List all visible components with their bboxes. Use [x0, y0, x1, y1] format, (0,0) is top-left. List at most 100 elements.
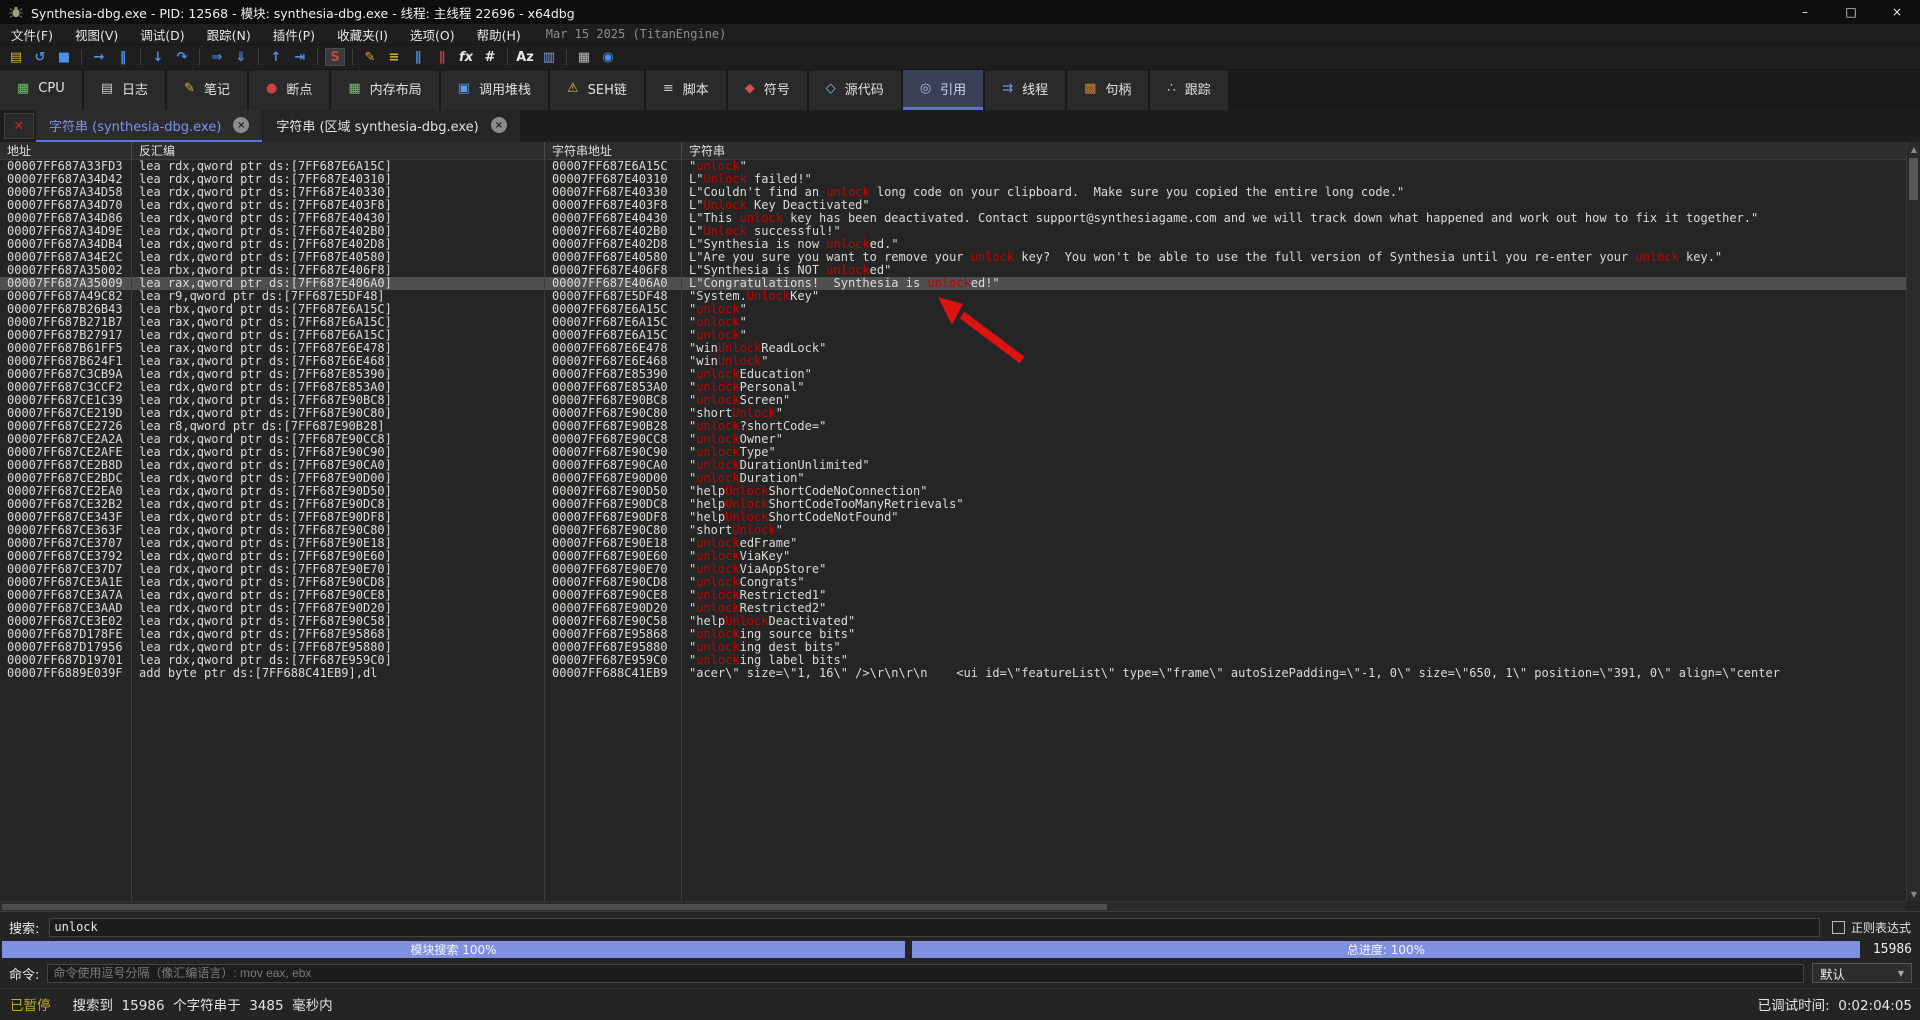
appearance-font-button[interactable]: Az	[513, 47, 537, 68]
table-row[interactable]: 00007FF687A34D86lea rdx,qword ptr ds:[7F…	[0, 212, 1906, 225]
table-row[interactable]: 00007FF687D19701lea rdx,qword ptr ds:[7F…	[0, 654, 1906, 667]
tab-breakpoints[interactable]: ●断点	[249, 70, 329, 110]
doc-tab-strings-module[interactable]: 字符串 (synthesia-dbg.exe)×	[36, 110, 262, 142]
scroll-up-arrow-icon[interactable]: ▲	[1907, 142, 1920, 156]
run-button[interactable]: →	[87, 47, 111, 68]
column-header-string-address[interactable]: 字符串地址	[545, 142, 682, 159]
tab-memory-map[interactable]: ▦内存布局	[331, 70, 438, 110]
tab-call-stack[interactable]: ▣调用堆栈	[441, 70, 548, 110]
function-analysis-button[interactable]: fx	[454, 47, 478, 68]
maximize-button[interactable]: □	[1828, 0, 1874, 24]
label-current-address-button[interactable]: #	[478, 47, 502, 68]
table-row[interactable]: 00007FF687B27917lea rdx,qword ptr ds:[7F…	[0, 329, 1906, 342]
table-row[interactable]: 00007FF687A34D42lea rdx,qword ptr ds:[7F…	[0, 173, 1906, 186]
menu-favourites[interactable]: 收藏夹(I)	[326, 25, 399, 44]
table-row[interactable]: 00007FF687A34DB4lea rdx,qword ptr ds:[7F…	[0, 238, 1906, 251]
horizontal-scrollbar[interactable]	[0, 901, 1906, 911]
tab-notes[interactable]: ✎笔记	[167, 70, 247, 110]
step-over-button[interactable]: ↷	[170, 47, 194, 68]
tab-log[interactable]: ▤日志	[84, 70, 165, 110]
table-row[interactable]: 00007FF687B271B7lea rax,qword ptr ds:[7F…	[0, 316, 1906, 329]
animate-into-button[interactable]: ⇒	[205, 47, 229, 68]
command-profile-dropdown[interactable]: 默认 ▼	[1812, 963, 1912, 983]
pause-button[interactable]: ‖	[111, 47, 135, 68]
vertical-scrollbar[interactable]: ▲ ▼	[1906, 142, 1920, 901]
set-comment-button[interactable]: ≡	[382, 47, 406, 68]
tab-seh-chain[interactable]: ⚠SEH链	[550, 70, 644, 110]
table-row[interactable]: 00007FF687CE3E02lea rdx,qword ptr ds:[7F…	[0, 615, 1906, 628]
table-row[interactable]: 00007FF687CE32B2lea rdx,qword ptr ds:[7F…	[0, 498, 1906, 511]
table-row[interactable]: 00007FF687CE3792lea rdx,qword ptr ds:[7F…	[0, 550, 1906, 563]
table-row[interactable]: 00007FF687A35009lea rax,qword ptr ds:[7F…	[0, 277, 1906, 290]
table-row[interactable]: 00007FF687B624F1lea rax,qword ptr ds:[7F…	[0, 355, 1906, 368]
patches-button[interactable]: ∥	[430, 47, 454, 68]
table-row[interactable]: 00007FF687A34D58lea rdx,qword ptr ds:[7F…	[0, 186, 1906, 199]
table-row[interactable]: 00007FF687A34E2Clea rdx,qword ptr ds:[7F…	[0, 251, 1906, 264]
menu-trace[interactable]: 跟踪(N)	[196, 25, 262, 44]
restart-button[interactable]: ↺	[28, 47, 52, 68]
table-row[interactable]: 00007FF687A35002lea rbx,qword ptr ds:[7F…	[0, 264, 1906, 277]
close-tab-icon[interactable]: ×	[491, 117, 507, 133]
tab-symbols[interactable]: ◆符号	[728, 70, 807, 110]
minimize-button[interactable]: –	[1782, 0, 1828, 24]
table-row[interactable]: 00007FF687B61FF5lea rax,qword ptr ds:[7F…	[0, 342, 1906, 355]
tab-script[interactable]: ≡脚本	[646, 70, 726, 110]
table-row[interactable]: 00007FF687CE343Flea rdx,qword ptr ds:[7F…	[0, 511, 1906, 524]
open-file-button[interactable]: ▤	[4, 47, 28, 68]
menu-file[interactable]: 文件(F)	[0, 25, 64, 44]
assemble-button[interactable]: ✎	[358, 47, 382, 68]
donate-help-button[interactable]: ◉	[596, 47, 620, 68]
table-row[interactable]: 00007FF687C3CB9Alea rdx,qword ptr ds:[7F…	[0, 368, 1906, 381]
run-to-user-code-button[interactable]: ⇥	[288, 47, 312, 68]
table-row[interactable]: 00007FF687CE2EA0lea rdx,qword ptr ds:[7F…	[0, 485, 1906, 498]
menu-options[interactable]: 选项(O)	[399, 25, 466, 44]
table-row[interactable]: 00007FF687CE2B8Dlea rdx,qword ptr ds:[7F…	[0, 459, 1906, 472]
column-header-address[interactable]: 地址	[0, 142, 132, 159]
table-row[interactable]: 00007FF687CE1C39lea rdx,qword ptr ds:[7F…	[0, 394, 1906, 407]
table-row[interactable]: 00007FF6889E039Fadd byte ptr ds:[7FF688C…	[0, 667, 1906, 680]
skip-next-instruction-button[interactable]: S	[325, 48, 345, 66]
step-out-button[interactable]: ↑	[264, 47, 288, 68]
stop-debug-button[interactable]: ■	[52, 47, 76, 68]
table-row[interactable]: 00007FF687CE37D7lea rdx,qword ptr ds:[7F…	[0, 563, 1906, 576]
table-row[interactable]: 00007FF687A33FD3lea rdx,qword ptr ds:[7F…	[0, 160, 1906, 173]
table-row[interactable]: 00007FF687CE3707lea rdx,qword ptr ds:[7F…	[0, 537, 1906, 550]
scroll-down-arrow-icon[interactable]: ▼	[1907, 887, 1920, 901]
tab-cpu[interactable]: ▦CPU	[0, 70, 82, 110]
table-row[interactable]: 00007FF687CE3AADlea rdx,qword ptr ds:[7F…	[0, 602, 1906, 615]
calculator-button[interactable]: ▦	[572, 47, 596, 68]
menu-view[interactable]: 视图(V)	[64, 25, 129, 44]
column-header-string[interactable]: 字符串	[682, 142, 1906, 159]
close-all-tabs-button[interactable]: ✕	[4, 113, 34, 139]
table-row[interactable]: 00007FF687CE363Flea rdx,qword ptr ds:[7F…	[0, 524, 1906, 537]
tab-trace[interactable]: ∴跟踪	[1150, 70, 1227, 110]
tab-source[interactable]: ◇源代码	[809, 70, 901, 110]
tab-handles[interactable]: ▩句柄	[1067, 70, 1148, 110]
table-row[interactable]: 00007FF687A49C82lea r9,qword ptr ds:[7FF…	[0, 290, 1906, 303]
table-row[interactable]: 00007FF687CE3A1Elea rdx,qword ptr ds:[7F…	[0, 576, 1906, 589]
regex-option[interactable]: 正则表达式	[1832, 919, 1911, 936]
regex-checkbox[interactable]	[1832, 921, 1845, 934]
table-row[interactable]: 00007FF687C3CCF2lea rdx,qword ptr ds:[7F…	[0, 381, 1906, 394]
close-button[interactable]: ×	[1874, 0, 1920, 24]
horizontal-scrollbar-thumb[interactable]	[2, 904, 1107, 910]
search-input[interactable]	[49, 918, 1820, 937]
column-header-disassembly[interactable]: 反汇编	[132, 142, 545, 159]
table-row[interactable]: 00007FF687CE2AFElea rdx,qword ptr ds:[7F…	[0, 446, 1906, 459]
command-input[interactable]	[47, 964, 1804, 983]
vertical-scrollbar-thumb[interactable]	[1909, 158, 1918, 200]
tab-references[interactable]: ◎引用	[903, 70, 983, 110]
preferences-button[interactable]: ▥	[537, 47, 561, 68]
step-into-button[interactable]: ↓	[146, 47, 170, 68]
table-row[interactable]: 00007FF687A34D70lea rdx,qword ptr ds:[7F…	[0, 199, 1906, 212]
close-tab-icon[interactable]: ×	[233, 117, 249, 133]
table-row[interactable]: 00007FF687CE2726lea r8,qword ptr ds:[7FF…	[0, 420, 1906, 433]
menu-debug[interactable]: 调试(D)	[129, 25, 195, 44]
table-row[interactable]: 00007FF687D17956lea rdx,qword ptr ds:[7F…	[0, 641, 1906, 654]
table-row[interactable]: 00007FF687B26B43lea rbx,qword ptr ds:[7F…	[0, 303, 1906, 316]
table-row[interactable]: 00007FF687CE219Dlea rdx,qword ptr ds:[7F…	[0, 407, 1906, 420]
menu-plugins[interactable]: 插件(P)	[262, 25, 326, 44]
table-row[interactable]: 00007FF687CE3A7Alea rdx,qword ptr ds:[7F…	[0, 589, 1906, 602]
table-row[interactable]: 00007FF687CE2BDClea rdx,qword ptr ds:[7F…	[0, 472, 1906, 485]
table-row[interactable]: 00007FF687CE2A2Alea rdx,qword ptr ds:[7F…	[0, 433, 1906, 446]
